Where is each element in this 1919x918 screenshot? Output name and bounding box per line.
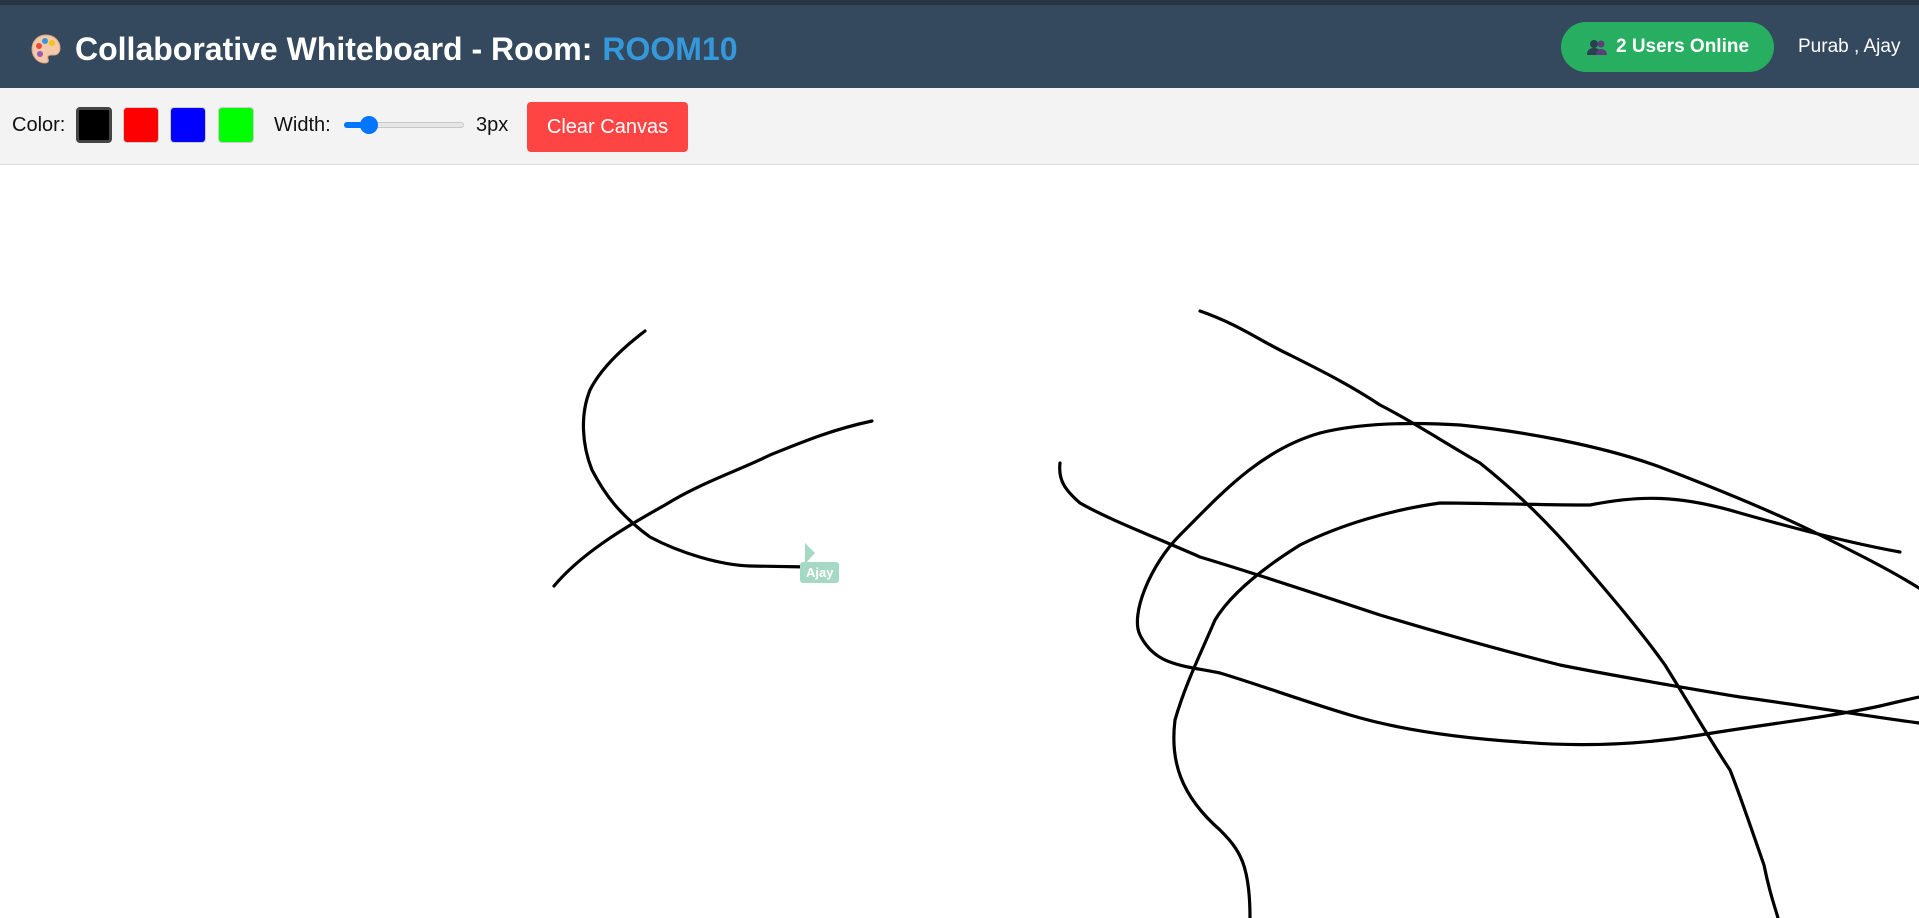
room-code: ROOM10: [602, 30, 738, 67]
color-swatch-green[interactable]: [218, 107, 254, 143]
online-users-list: Purab , Ajay: [1798, 36, 1901, 57]
color-label: Color:: [12, 114, 66, 136]
stroke-3: [1198, 309, 1780, 918]
width-slider-thumb[interactable]: [359, 116, 378, 134]
width-value: 3px: [476, 114, 509, 136]
remote-cursor-label: Ajay: [800, 562, 840, 583]
title-text: Collaborative Whiteboard - Room:: [75, 30, 593, 67]
users-online-badge[interactable]: 2 Users Online: [1561, 22, 1774, 72]
color-swatch-red[interactable]: [123, 107, 159, 143]
stroke-7: [1172, 496, 1902, 918]
cursor-pointer-icon: [805, 543, 815, 564]
drawing-layer: [552, 309, 1919, 918]
whiteboard-canvas[interactable]: Ajay: [0, 165, 1919, 918]
app-header: Collaborative Whiteboard - Room: ROOM10 …: [0, 5, 1919, 88]
color-swatch-black[interactable]: [76, 107, 112, 143]
users-online-label: 2 Users Online: [1615, 36, 1750, 57]
width-label: Width:: [274, 114, 331, 136]
palette-icon: [29, 32, 63, 66]
page-title: Collaborative Whiteboard - Room: ROOM10: [29, 27, 737, 71]
stroke-5: [1135, 431, 1919, 747]
color-swatch-blue[interactable]: [170, 107, 206, 143]
drawing-toolbar: Color: Width: 3px Clear Canvas: [0, 88, 1919, 165]
width-slider[interactable]: [344, 116, 464, 134]
stroke-6: [1318, 421, 1919, 590]
users-icon: [1586, 39, 1608, 55]
clear-canvas-button[interactable]: Clear Canvas: [527, 102, 688, 152]
